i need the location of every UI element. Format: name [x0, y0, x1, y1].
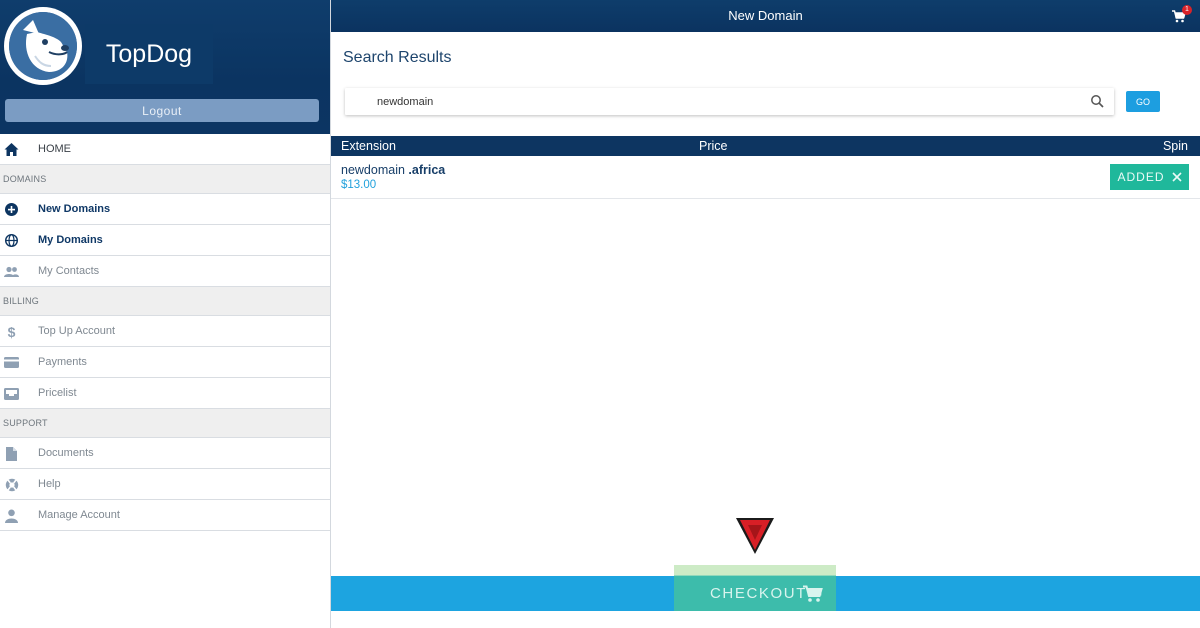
brand-box: TopDog	[85, 24, 213, 84]
sidebar: TopDog Logout HOME DOMAINS New Domains M…	[0, 0, 331, 628]
sidebar-item-label: Top Up Account	[38, 325, 116, 337]
sidebar-item-label: Pricelist	[38, 387, 77, 399]
close-icon	[1171, 172, 1182, 182]
inbox-icon	[4, 386, 19, 401]
checkout-button[interactable]: CHECKOUT	[674, 565, 836, 611]
sidebar-item-payments[interactable]: Payments	[0, 347, 330, 378]
life-ring-icon	[4, 477, 19, 492]
sidebar-item-label: My Contacts	[38, 265, 100, 277]
go-button[interactable]: GO	[1126, 91, 1160, 112]
sidebar-item-label: Help	[38, 478, 61, 490]
added-label: ADDED	[1117, 170, 1165, 184]
sidebar-item-my-domains[interactable]: My Domains	[0, 225, 330, 256]
plus-circle-icon	[4, 202, 19, 217]
logout-button[interactable]: Logout	[5, 99, 319, 122]
column-header-extension: Extension	[341, 139, 396, 153]
cart-button[interactable]: 1	[1172, 5, 1192, 25]
column-header-spin: Spin	[1162, 139, 1188, 153]
domain-name: newdomain .africa	[341, 163, 445, 177]
search-box	[345, 88, 1114, 115]
checkout-label: CHECKOUT	[710, 585, 807, 602]
logo	[4, 7, 82, 85]
section-domains: DOMAINS	[0, 165, 330, 194]
page-title: New Domain	[728, 8, 803, 23]
arrow-down-icon	[736, 518, 774, 554]
cart-count-badge: 1	[1182, 5, 1192, 15]
sidebar-item-help[interactable]: Help	[0, 469, 330, 500]
search-icon[interactable]	[1090, 94, 1105, 109]
sidebar-item-top-up-account[interactable]: $ Top Up Account	[0, 316, 330, 347]
sidebar-item-label: Payments	[38, 356, 87, 368]
search-input[interactable]	[375, 88, 1075, 115]
results-table-header: Extension Price Spin	[331, 136, 1200, 156]
sidebar-item-label: My Domains	[38, 234, 103, 246]
credit-card-icon	[4, 355, 19, 370]
sidebar-item-my-contacts[interactable]: My Contacts	[0, 256, 330, 287]
sidebar-item-documents[interactable]: Documents	[0, 438, 330, 469]
user-icon	[4, 508, 19, 523]
sidebar-item-label: HOME	[38, 143, 71, 155]
sidebar-item-manage-account[interactable]: Manage Account	[0, 500, 330, 531]
domain-extension: .africa	[408, 163, 446, 177]
sidebar-item-label: New Domains	[38, 203, 111, 215]
users-icon	[4, 264, 19, 279]
cart-icon	[803, 585, 823, 602]
added-button[interactable]: ADDED	[1110, 164, 1189, 190]
document-icon	[4, 446, 19, 461]
column-header-price: Price	[699, 139, 728, 153]
sidebar-item-label: Documents	[38, 447, 94, 459]
domain-price: $13.00	[341, 179, 377, 191]
section-billing: BILLING	[0, 287, 330, 316]
top-bar: New Domain 1	[331, 0, 1200, 32]
dollar-icon: $	[7, 323, 16, 340]
sidebar-item-new-domains[interactable]: New Domains	[0, 194, 330, 225]
sidebar-header: TopDog Logout	[0, 0, 330, 134]
sidebar-item-label: Manage Account	[38, 509, 120, 521]
sidebar-item-pricelist[interactable]: Pricelist	[0, 378, 330, 409]
brand-name: TopDog	[105, 39, 193, 68]
section-support: SUPPORT	[0, 409, 330, 438]
sidebar-nav: HOME DOMAINS New Domains My Domains My C…	[0, 134, 330, 531]
dog-logo-icon	[9, 12, 77, 80]
search-results-heading: Search Results	[343, 49, 452, 66]
sidebar-item-home[interactable]: HOME	[0, 134, 330, 165]
globe-icon	[4, 233, 19, 248]
domain-label: newdomain	[341, 163, 405, 177]
table-row: newdomain .africa $13.00 ADDED	[331, 156, 1200, 199]
home-icon	[4, 142, 19, 157]
